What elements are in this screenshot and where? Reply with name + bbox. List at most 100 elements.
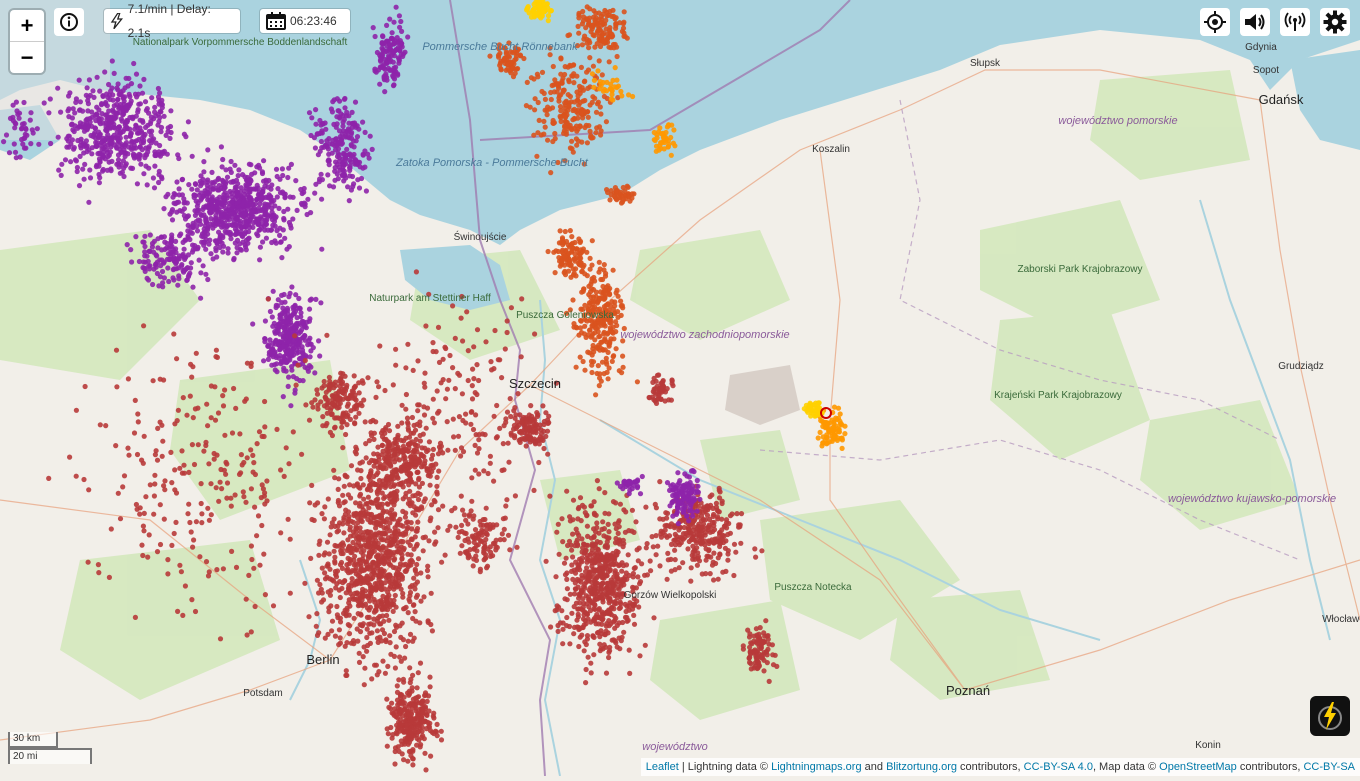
- strike-dot: [159, 268, 166, 275]
- strike-dot: [651, 615, 657, 621]
- strike-dot: [707, 571, 713, 577]
- strike-dot: [177, 233, 183, 239]
- strike-dot: [159, 247, 165, 253]
- strike-dot: [719, 498, 725, 504]
- strike-dot: [324, 410, 330, 416]
- strike-dot: [283, 368, 289, 374]
- strike-dot: [586, 604, 592, 610]
- strike-dot: [272, 223, 278, 229]
- strike-dot: [348, 495, 354, 501]
- strike-dot: [399, 28, 405, 34]
- strike-dot: [554, 603, 560, 609]
- strike-dot: [265, 184, 271, 190]
- strike-dot: [761, 668, 767, 674]
- strike-dot: [137, 125, 143, 131]
- strike-dot: [194, 210, 200, 216]
- strike-dot: [623, 608, 629, 615]
- strike-dot: [396, 748, 402, 755]
- strike-dot: [58, 109, 64, 115]
- strike-dot: [315, 406, 321, 412]
- strike-dot: [393, 624, 400, 630]
- strike-dot: [698, 525, 705, 531]
- strike-dot: [595, 567, 601, 573]
- strike-dot: [581, 504, 588, 510]
- strike-dot: [174, 179, 180, 185]
- strike-dot: [612, 599, 618, 605]
- strike-dot: [319, 196, 325, 202]
- strike-dot: [572, 586, 579, 592]
- strike-dot: [582, 639, 588, 645]
- strike-dot: [606, 529, 612, 535]
- strike-dot: [92, 125, 98, 131]
- strike-dot: [650, 389, 656, 395]
- strike-dot: [456, 529, 462, 535]
- strike-dot: [384, 22, 390, 28]
- strike-dot: [379, 599, 385, 605]
- strike-dot: [314, 632, 321, 639]
- strike-dot: [292, 390, 298, 396]
- strike-dot: [501, 526, 507, 532]
- strike-dot: [86, 77, 92, 83]
- strike-dot: [589, 542, 596, 549]
- strike-dot: [531, 426, 537, 432]
- strike-dot: [403, 531, 409, 537]
- strike-dot: [386, 548, 392, 555]
- strike-dot: [229, 194, 235, 200]
- strike-dot: [36, 141, 42, 147]
- strike-dot: [578, 518, 584, 524]
- strike-dot: [317, 353, 323, 359]
- strike-dot: [308, 132, 314, 139]
- strike-dot: [635, 574, 641, 580]
- strike-dot: [289, 364, 295, 370]
- strike-dot: [111, 142, 117, 148]
- strike-dot: [719, 516, 725, 522]
- strike-dot: [285, 383, 291, 389]
- strike-dot: [312, 370, 318, 376]
- strike-dot: [184, 200, 190, 206]
- strike-dot: [27, 117, 33, 123]
- strike-dot: [709, 492, 715, 498]
- strike-dot: [16, 110, 23, 116]
- map-canvas[interactable]: Szczecin Berlin Poznań Gdańsk Koszalin S…: [0, 0, 1360, 777]
- strike-dot: [670, 492, 676, 499]
- strike-dot: [426, 724, 432, 730]
- strike-dot: [686, 518, 692, 524]
- strike-dot: [143, 152, 149, 158]
- strike-dot: [691, 553, 697, 560]
- strike-dot: [280, 333, 286, 340]
- strike-dot: [364, 634, 370, 641]
- strike-dot: [477, 569, 483, 575]
- strike-dot: [66, 114, 72, 120]
- strike-dot: [676, 498, 683, 505]
- strike-dot: [168, 129, 174, 136]
- strike-dot: [599, 631, 605, 637]
- strike-dot: [397, 38, 403, 44]
- strike-dot: [352, 590, 358, 597]
- strike-dot: [144, 182, 150, 188]
- strike-dot: [105, 154, 111, 160]
- strike-dot: [257, 244, 263, 250]
- strike-dot: [417, 491, 423, 497]
- strike-dot: [344, 422, 350, 428]
- strike-dot: [358, 512, 364, 518]
- strike-dot: [91, 94, 97, 100]
- strike-dot: [287, 290, 293, 296]
- strike-dot: [483, 505, 489, 511]
- strike-dot: [598, 581, 604, 588]
- strike-dot: [462, 549, 468, 555]
- strike-dot: [336, 587, 342, 593]
- strike-dot: [352, 596, 358, 602]
- strike-dot: [194, 223, 200, 229]
- strike-dot: [548, 624, 554, 630]
- strike-dot: [23, 126, 29, 132]
- strike-dot: [155, 85, 161, 92]
- strike-dot: [378, 566, 384, 573]
- strike-dot: [592, 587, 598, 593]
- lightning-map[interactable]: Szczecin Berlin Poznań Gdańsk Koszalin S…: [0, 0, 1360, 777]
- strike-dot: [483, 536, 489, 543]
- strike-dot: [144, 275, 150, 281]
- strike-dot: [583, 666, 589, 673]
- strike-dot: [421, 463, 427, 469]
- strike-dot: [469, 498, 475, 504]
- strike-dot: [602, 490, 608, 496]
